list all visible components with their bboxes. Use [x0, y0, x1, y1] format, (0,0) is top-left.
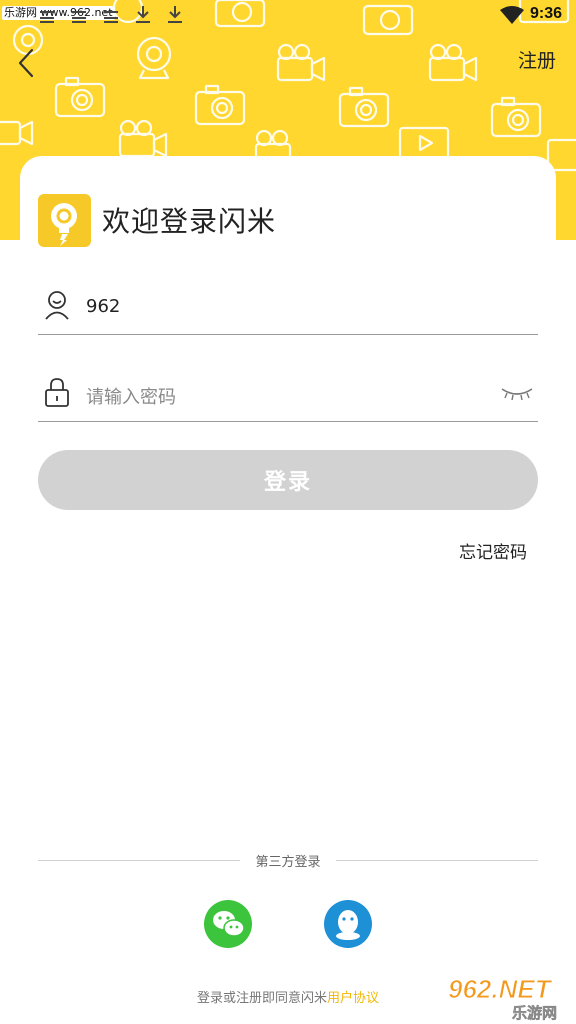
lightbulb-logo-icon	[51, 203, 77, 246]
notification-icon	[72, 11, 86, 23]
login-button[interactable]: 登录	[38, 450, 538, 510]
watermark-brand: 962.NET	[448, 974, 553, 1004]
third-party-label: 第三方登录	[240, 851, 336, 870]
watermark-sub: 乐游网	[512, 1004, 557, 1022]
password-field[interactable]: 请输入密码	[38, 361, 538, 422]
notification-icon	[104, 11, 118, 23]
agreement-prefix: 登录或注册即同意闪米	[196, 991, 327, 1006]
back-chevron-icon[interactable]	[10, 46, 44, 80]
register-link[interactable]: 注册	[518, 46, 556, 73]
app-logo	[38, 194, 91, 247]
eye-closed-icon[interactable]	[500, 383, 534, 401]
notification-icon	[40, 11, 54, 23]
welcome-title: 欢迎登录闪米	[102, 205, 277, 238]
notification-icons	[38, 4, 184, 24]
lock-icon	[45, 378, 69, 407]
wifi-icon	[500, 6, 524, 24]
qq-login-button[interactable]	[324, 900, 372, 948]
download-icon	[136, 6, 150, 23]
password-placeholder[interactable]: 请输入密码	[86, 383, 176, 409]
clock: 9:36	[530, 5, 563, 22]
download-icon	[168, 6, 182, 23]
forgot-password-link[interactable]: 忘记密码	[459, 538, 527, 563]
user-icon	[45, 291, 69, 320]
site-watermark-badge: 962.NET 乐游网	[448, 974, 558, 1023]
wechat-login-button[interactable]	[204, 900, 252, 948]
status-bar: 乐游网 www.962.net 9:36	[0, 0, 576, 30]
user-agreement-link[interactable]: 用户协议	[327, 991, 379, 1006]
username-value[interactable]: 962	[86, 296, 120, 317]
wechat-icon	[213, 911, 245, 937]
username-field[interactable]: 962	[38, 274, 538, 335]
qq-icon	[336, 910, 360, 940]
